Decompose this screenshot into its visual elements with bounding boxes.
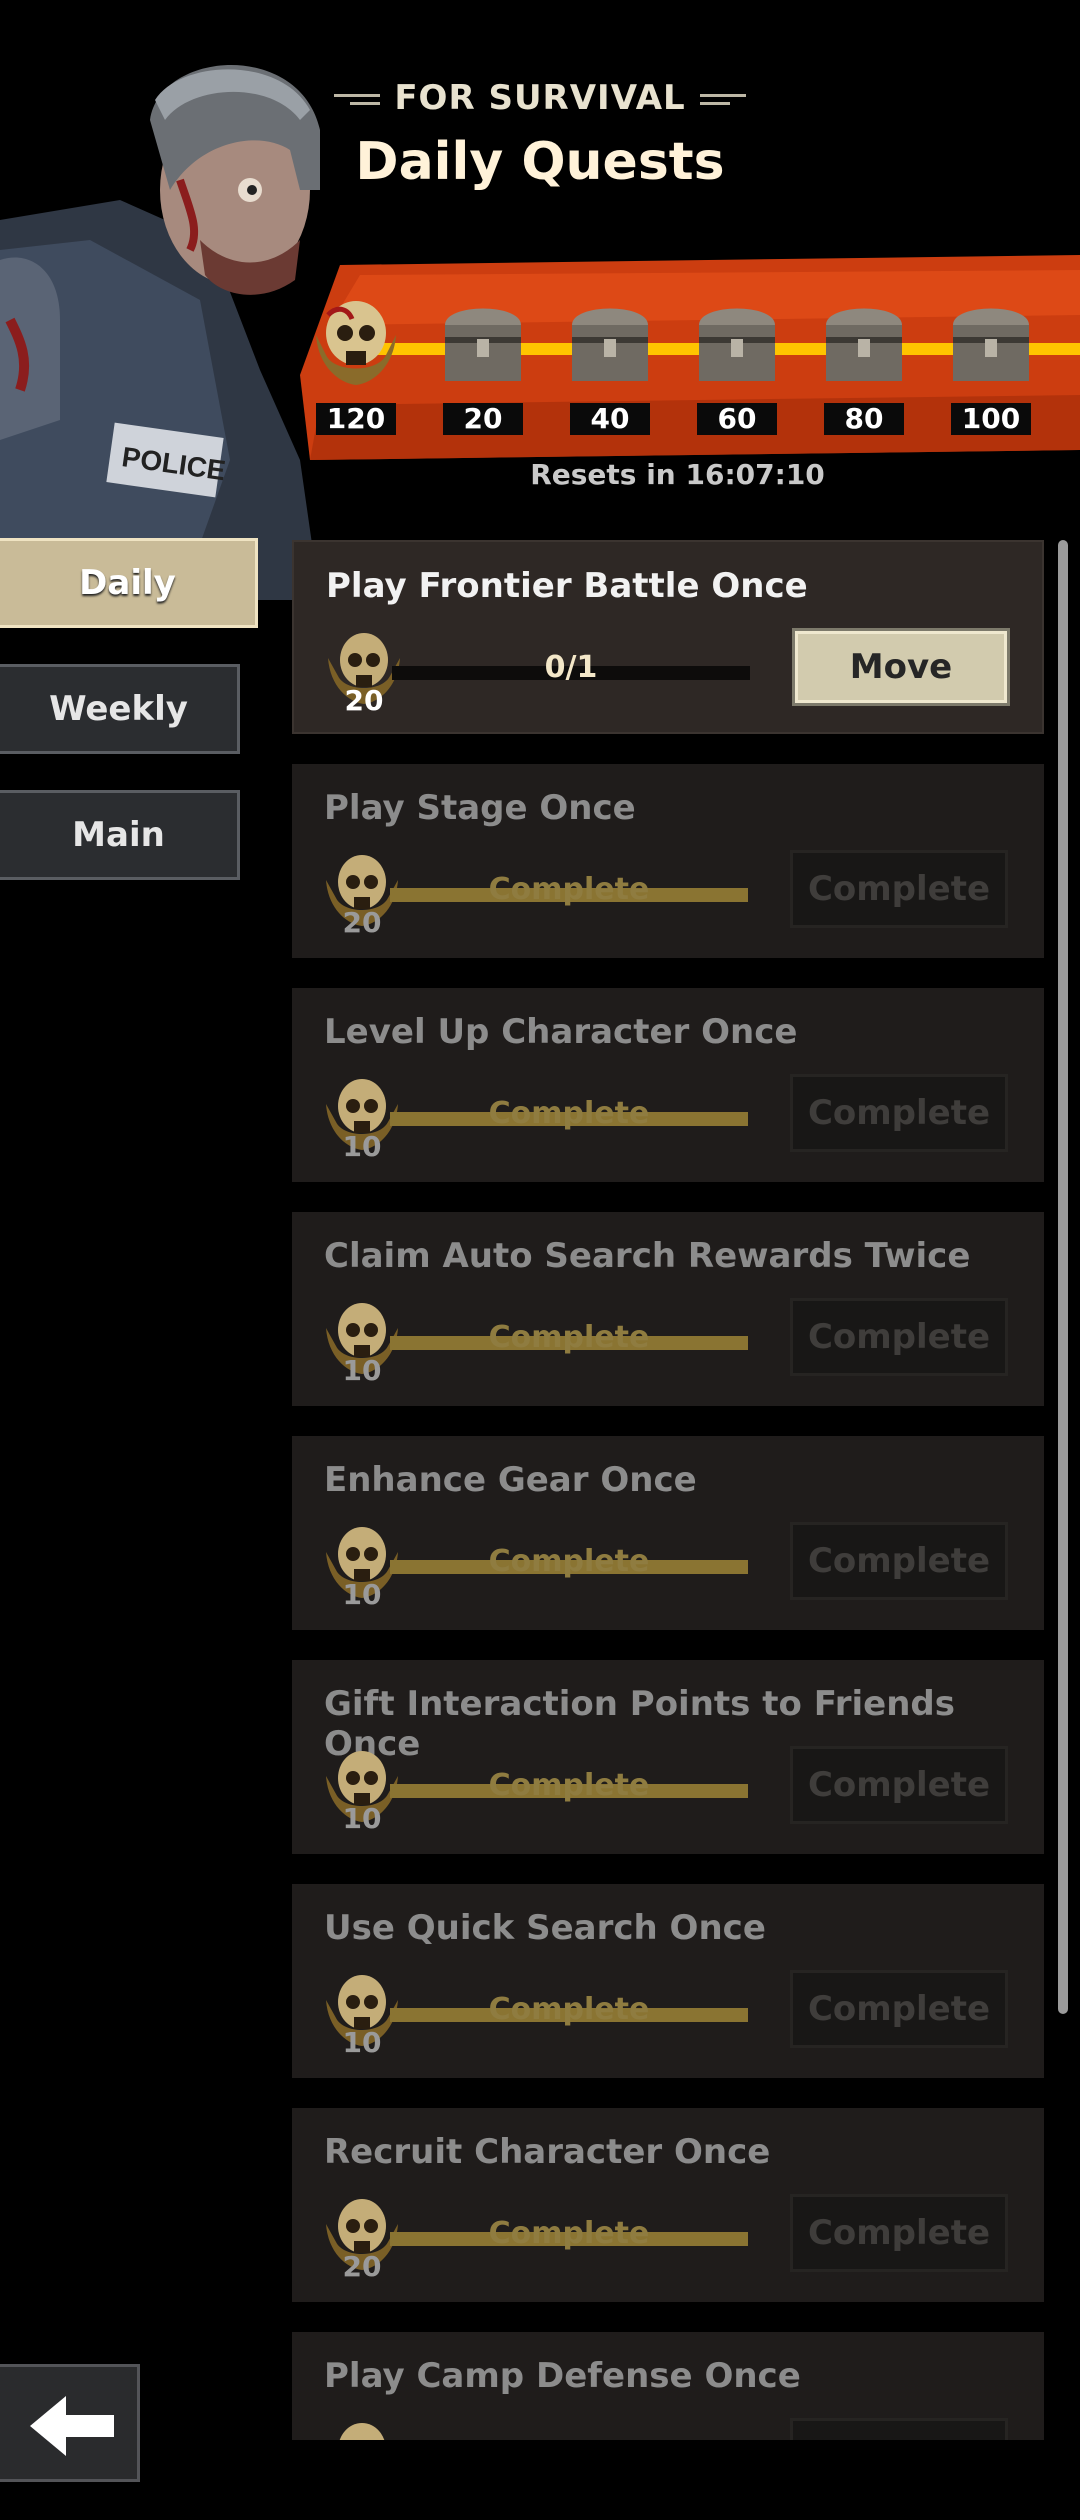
move-button[interactable]: Move bbox=[792, 628, 1010, 706]
subtitle-decoration-left bbox=[334, 89, 381, 110]
subtitle-decoration-right bbox=[699, 89, 746, 110]
treasure-chest-icon bbox=[953, 308, 1029, 381]
zombie-police-portrait: POLICE bbox=[0, 65, 320, 600]
milestone-chest[interactable]: 60 bbox=[689, 295, 785, 435]
milestone-label: 20 bbox=[443, 403, 523, 435]
quest-card: Level Up Character Once 10 Complete Complet… bbox=[292, 988, 1044, 1182]
reset-timer: Resets in 16:07:10 bbox=[530, 458, 825, 491]
quest-card: Claim Auto Search Rewards Twice 10 Complet… bbox=[292, 1212, 1044, 1406]
tab-daily[interactable]: Daily bbox=[0, 538, 258, 628]
quest-progress-text: Complete bbox=[488, 1992, 650, 2027]
quest-points: 20 bbox=[344, 684, 384, 717]
quest-title: Play Camp Defense Once bbox=[324, 2356, 801, 2396]
treasure-chest-icon bbox=[572, 308, 648, 381]
quest-list[interactable]: Play Frontier Battle Once 20 0/1 Move Play S… bbox=[292, 540, 1044, 2440]
quest-points: 10 bbox=[342, 1578, 382, 1611]
section-subtitle: FOR SURVIVAL bbox=[0, 78, 1080, 118]
quest-title: Use Quick Search Once bbox=[324, 1908, 766, 1948]
current-points-milestone: 120 bbox=[308, 295, 404, 435]
quest-progress-text: Complete bbox=[488, 2216, 650, 2251]
milestone-chest[interactable]: 100 bbox=[943, 295, 1039, 435]
quest-card: Play Camp Defense Once bbox=[292, 2332, 1044, 2440]
quest-points: 20 bbox=[342, 2250, 382, 2283]
tab-weekly[interactable]: Weekly bbox=[0, 664, 240, 754]
treasure-chest-icon bbox=[826, 308, 902, 381]
quest-card: Recruit Character Once 20 Complete Complete bbox=[292, 2108, 1044, 2302]
complete-button[interactable] bbox=[790, 2418, 1008, 2440]
complete-button[interactable]: Complete bbox=[790, 1522, 1008, 1600]
back-arrow-icon bbox=[30, 2396, 114, 2456]
quest-card: Use Quick Search Once 10 Complete Complete bbox=[292, 1884, 1044, 2078]
subtitle-text: FOR SURVIVAL bbox=[394, 78, 686, 118]
reward-track: 120 20 40 60 80 100 bbox=[300, 255, 1080, 460]
quest-title: Claim Auto Search Rewards Twice bbox=[324, 1236, 971, 1276]
quest-list-scrollbar[interactable] bbox=[1058, 540, 1068, 2014]
complete-button[interactable]: Complete bbox=[790, 850, 1008, 928]
quest-points: 10 bbox=[342, 1130, 382, 1163]
skull-medal-icon bbox=[316, 301, 396, 385]
quest-points: 10 bbox=[342, 2026, 382, 2059]
milestone-chest[interactable]: 20 bbox=[435, 295, 531, 435]
page-title: Daily Quests bbox=[355, 132, 725, 192]
quest-progress-text: Complete bbox=[488, 1544, 650, 1579]
quest-card: Play Frontier Battle Once 20 0/1 Move bbox=[292, 540, 1044, 734]
quest-progress-text: Complete bbox=[488, 1768, 650, 1803]
back-button[interactable] bbox=[0, 2364, 140, 2482]
quest-points: 20 bbox=[342, 906, 382, 939]
milestone-label: 80 bbox=[824, 403, 904, 435]
milestone-chest[interactable]: 80 bbox=[816, 295, 912, 435]
quest-card: Enhance Gear Once 10 Complete Complete bbox=[292, 1436, 1044, 1630]
treasure-chest-icon bbox=[699, 308, 775, 381]
quest-title: Recruit Character Once bbox=[324, 2132, 771, 2172]
complete-button[interactable]: Complete bbox=[790, 1298, 1008, 1376]
quest-card: Gift Interaction Points to Friends Once 1… bbox=[292, 1660, 1044, 1854]
complete-button[interactable]: Complete bbox=[790, 1074, 1008, 1152]
current-points-label: 120 bbox=[316, 403, 396, 435]
skull-medal-icon bbox=[322, 2418, 402, 2440]
quest-title: Enhance Gear Once bbox=[324, 1460, 697, 1500]
quest-progress-text: 0/1 bbox=[544, 650, 598, 685]
quest-title: Play Stage Once bbox=[324, 788, 636, 828]
quest-title: Play Frontier Battle Once bbox=[326, 566, 808, 606]
quest-progress-text: Complete bbox=[488, 1096, 650, 1131]
quest-points: 10 bbox=[342, 1802, 382, 1835]
milestone-label: 60 bbox=[697, 403, 777, 435]
quest-card: Play Stage Once 20 Complete Complete bbox=[292, 764, 1044, 958]
tab-main[interactable]: Main bbox=[0, 790, 240, 880]
quest-progress-text: Complete bbox=[488, 1320, 650, 1355]
treasure-chest-icon bbox=[445, 308, 521, 381]
complete-button[interactable]: Complete bbox=[790, 1746, 1008, 1824]
milestone-label: 100 bbox=[951, 403, 1031, 435]
complete-button[interactable]: Complete bbox=[790, 2194, 1008, 2272]
quest-points: 10 bbox=[342, 1354, 382, 1387]
complete-button[interactable]: Complete bbox=[790, 1970, 1008, 2048]
quest-progress-text: Complete bbox=[488, 872, 650, 907]
milestone-label: 40 bbox=[570, 403, 650, 435]
milestone-chest[interactable]: 40 bbox=[562, 295, 658, 435]
quest-title: Level Up Character Once bbox=[324, 1012, 798, 1052]
